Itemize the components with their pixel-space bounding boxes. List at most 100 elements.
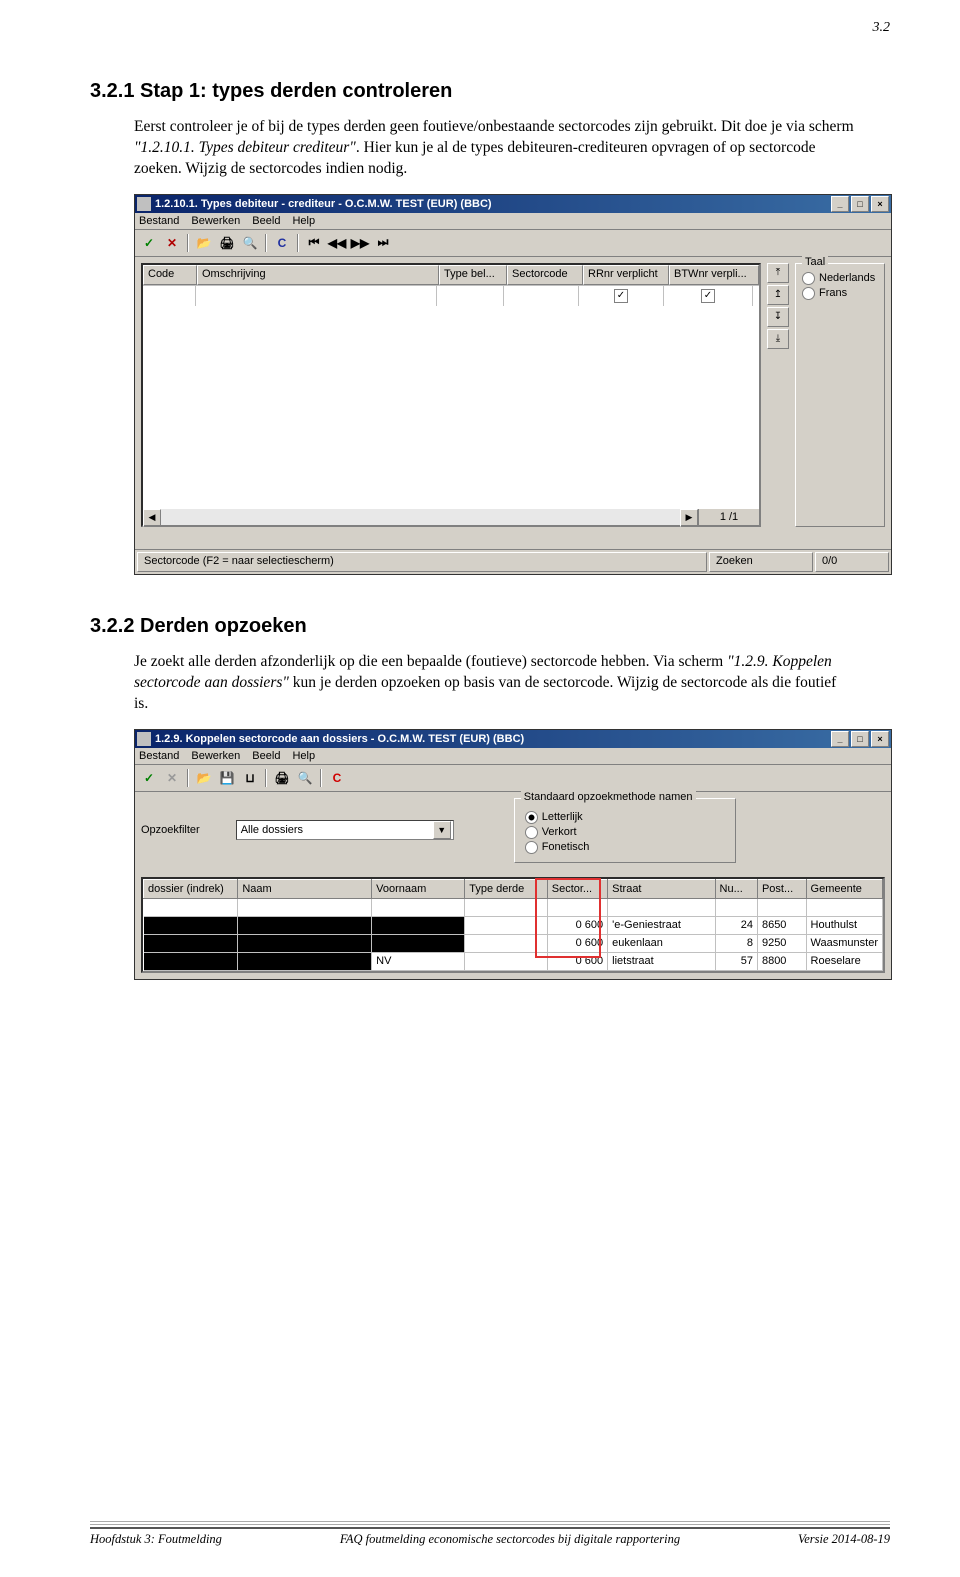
titlebar[interactable]: 1.2.10.1. Types debiteur - crediteur - O… xyxy=(135,195,891,213)
nav-last-icon[interactable]: ⏭ xyxy=(373,233,393,253)
screenshot-koppelen-sectorcode: 1.2.9. Koppelen sectorcode aan dossiers … xyxy=(134,729,892,980)
data-grid[interactable]: Code Omschrijving Type bel... Sectorcode… xyxy=(141,263,761,527)
menu-beeld[interactable]: Beeld xyxy=(252,215,280,227)
footer-left: Hoofdstuk 3: Foutmelding xyxy=(90,1532,222,1547)
trash-icon[interactable]: ⊔ xyxy=(240,768,260,788)
close-button[interactable]: × xyxy=(871,196,889,212)
col-nu[interactable]: Nu... xyxy=(715,879,757,898)
footer-center: FAQ foutmelding economische sectorcodes … xyxy=(340,1532,680,1547)
close-button[interactable]: × xyxy=(871,731,889,747)
checkbox-icon[interactable]: ✓ xyxy=(701,289,715,303)
open-icon[interactable]: 📂 xyxy=(194,768,214,788)
titlebar[interactable]: 1.2.9. Koppelen sectorcode aan dossiers … xyxy=(135,730,891,748)
radio-verkort[interactable]: Verkort xyxy=(525,826,725,839)
scroll-left-icon[interactable]: ◀ xyxy=(143,509,161,527)
nav-next-icon[interactable]: ▶▶ xyxy=(350,233,370,253)
record-counter: 1 /1 xyxy=(698,509,759,525)
scroll-right-icon[interactable]: ▶ xyxy=(680,509,698,527)
radio-frans[interactable]: Frans xyxy=(802,287,878,300)
col-code[interactable]: Code xyxy=(143,265,197,285)
col-straat[interactable]: Straat xyxy=(608,879,715,898)
col-voornaam[interactable]: Voornaam xyxy=(372,879,465,898)
menu-bewerken[interactable]: Bewerken xyxy=(191,215,240,227)
horizontal-scrollbar[interactable]: ◀ ▶ 1 /1 xyxy=(143,509,759,525)
section-heading-2: 3.2.2 Derden opzoeken xyxy=(90,615,890,638)
groupbox-legend: Taal xyxy=(802,256,828,268)
app-icon xyxy=(137,732,151,746)
col-sector[interactable]: Sector... xyxy=(547,879,607,898)
maximize-button[interactable]: □ xyxy=(851,731,869,747)
menubar: Bestand Bewerken Beeld Help xyxy=(135,213,891,230)
print-icon[interactable]: 🖨 xyxy=(272,768,292,788)
confirm-icon[interactable]: ✓ xyxy=(139,233,159,253)
window-title: 1.2.10.1. Types debiteur - crediteur - O… xyxy=(155,198,831,210)
side-buttons: ⤒ ↥ ↧ ⤓ xyxy=(767,263,789,527)
page-number: 3.2 xyxy=(873,20,891,36)
nav-first-icon[interactable]: ⏮ xyxy=(304,233,324,253)
radio-nederlands[interactable]: Nederlands xyxy=(802,272,878,285)
col-naam[interactable]: Naam xyxy=(238,879,372,898)
table-row[interactable]: 0 600 eukenlaan 8 9250 Waasmunster xyxy=(144,934,883,952)
menubar: Bestand Bewerken Beeld Help xyxy=(135,748,891,765)
minimize-button[interactable]: _ xyxy=(831,196,849,212)
minimize-button[interactable]: _ xyxy=(831,731,849,747)
app-icon xyxy=(137,197,151,211)
radio-fonetisch[interactable]: Fonetisch xyxy=(525,841,725,854)
confirm-icon[interactable]: ✓ xyxy=(139,768,159,788)
col-rrnr[interactable]: RRnr verplicht xyxy=(583,265,669,285)
section1-paragraph: Eerst controleer je of bij de types derd… xyxy=(134,117,854,180)
move-bottom-icon[interactable]: ⤓ xyxy=(767,329,789,349)
language-groupbox: Taal Nederlands Frans xyxy=(795,263,885,527)
col-typederde[interactable]: Type derde xyxy=(465,879,548,898)
move-top-icon[interactable]: ⤒ xyxy=(767,263,789,283)
move-down-icon[interactable]: ↧ xyxy=(767,307,789,327)
statusbar: Sectorcode (F2 = naar selectiescherm) Zo… xyxy=(135,549,891,574)
print-icon[interactable]: 🖨 xyxy=(217,233,237,253)
table-header: dossier (indrek) Naam Voornaam Type derd… xyxy=(144,879,883,898)
checkbox-icon[interactable]: ✓ xyxy=(614,289,628,303)
menu-bewerken[interactable]: Bewerken xyxy=(191,750,240,762)
col-omschrijving[interactable]: Omschrijving xyxy=(197,265,439,285)
preview-icon[interactable]: 🔍 xyxy=(240,233,260,253)
status-left: Sectorcode (F2 = naar selectiescherm) xyxy=(137,552,707,572)
cancel-icon[interactable]: ✕ xyxy=(162,233,182,253)
status-zoeken: Zoeken xyxy=(709,552,813,572)
move-up-icon[interactable]: ↥ xyxy=(767,285,789,305)
page-footer: Hoofdstuk 3: Foutmelding FAQ foutmelding… xyxy=(90,1527,890,1547)
filter-label: Opzoekfilter xyxy=(141,824,200,836)
toolbar: ✓ ✕ 📂 🖨 🔍 C ⏮ ◀◀ ▶▶ ⏭ xyxy=(135,230,891,257)
table-row[interactable]: NV 0 600 lietstraat 57 8800 Roeselare xyxy=(144,952,883,970)
filter-row[interactable] xyxy=(144,898,883,916)
section-heading-1: 3.2.1 Stap 1: types derden controleren xyxy=(90,80,890,103)
open-icon[interactable]: 📂 xyxy=(194,233,214,253)
nav-prev-icon[interactable]: ◀◀ xyxy=(327,233,347,253)
status-count: 0/0 xyxy=(815,552,889,572)
footer-right: Versie 2014-08-19 xyxy=(798,1532,890,1547)
refresh-icon[interactable]: C xyxy=(272,233,292,253)
menu-help[interactable]: Help xyxy=(292,215,315,227)
screenshot-types-debiteur: 1.2.10.1. Types debiteur - crediteur - O… xyxy=(134,194,892,575)
col-gemeente[interactable]: Gemeente xyxy=(806,879,882,898)
menu-beeld[interactable]: Beeld xyxy=(252,750,280,762)
radio-letterlijk[interactable]: Letterlijk xyxy=(525,811,725,824)
menu-bestand[interactable]: Bestand xyxy=(139,215,179,227)
data-grid[interactable]: dossier (indrek) Naam Voornaam Type derd… xyxy=(141,877,885,973)
section2-paragraph: Je zoekt alle derden afzonderlijk op die… xyxy=(134,652,854,715)
filter-combo[interactable]: Alle dossiers ▼ xyxy=(236,820,454,840)
preview-icon[interactable]: 🔍 xyxy=(295,768,315,788)
col-btwnr[interactable]: BTWnr verpli... xyxy=(669,265,759,285)
col-post[interactable]: Post... xyxy=(757,879,806,898)
groupbox-legend: Standaard opzoekmethode namen xyxy=(521,791,696,803)
refresh-icon[interactable]: C xyxy=(327,768,347,788)
menu-bestand[interactable]: Bestand xyxy=(139,750,179,762)
cancel-icon[interactable]: ✕ xyxy=(162,768,182,788)
chevron-down-icon[interactable]: ▼ xyxy=(433,821,451,839)
maximize-button[interactable]: □ xyxy=(851,196,869,212)
col-sectorcode[interactable]: Sectorcode xyxy=(507,265,583,285)
save-icon[interactable]: 💾 xyxy=(217,768,237,788)
col-typebel[interactable]: Type bel... xyxy=(439,265,507,285)
table-row[interactable]: 0 600 'e-Geniestraat 24 8650 Houthulst xyxy=(144,916,883,934)
menu-help[interactable]: Help xyxy=(292,750,315,762)
col-dossier[interactable]: dossier (indrek) xyxy=(144,879,238,898)
table-row[interactable]: ✓ ✓ xyxy=(143,285,759,306)
